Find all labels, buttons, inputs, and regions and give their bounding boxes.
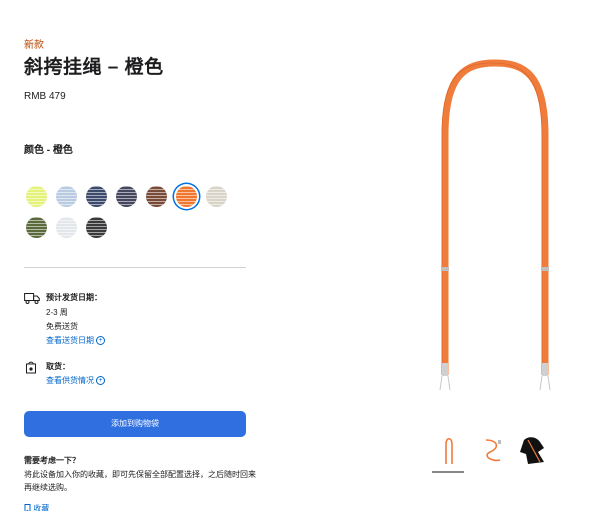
color-label: 颜色 - 橙色: [24, 145, 73, 156]
delivery-free: 免费送货: [46, 322, 78, 331]
gallery-thumbnails: [432, 434, 552, 474]
pickup-availability-link[interactable]: 查看供货情况 +: [46, 375, 105, 386]
thumbnail-strap-worn[interactable]: [518, 434, 548, 466]
thumbnail-selected-indicator: [432, 471, 464, 473]
delivery-dates-link-label: 查看送货日期: [46, 336, 94, 345]
pickup-availability-link-label: 查看供货情况: [46, 376, 94, 385]
save-link[interactable]: 收藏: [24, 503, 49, 511]
swatch-brown[interactable]: [146, 186, 167, 207]
product-gallery: [390, 0, 600, 511]
new-badge: 新款: [24, 40, 44, 51]
save-link-label: 收藏: [33, 504, 50, 511]
swatch-black[interactable]: [86, 217, 107, 238]
delivery-dates-link[interactable]: 查看送货日期 +: [46, 335, 105, 346]
bookmark-icon: [24, 504, 31, 511]
swatch-beige[interactable]: [206, 186, 227, 207]
pickup-title: 取货：: [46, 362, 70, 371]
add-to-bag-button[interactable]: 添加到购物袋: [24, 411, 246, 437]
swatch-yellow-green[interactable]: [26, 186, 47, 207]
thumbnail-strap-front[interactable]: [434, 434, 464, 466]
delivery-info: 预计发货日期： 2-3 周 免费送货 查看送货日期 +: [24, 291, 246, 351]
swatch-dark-purple[interactable]: [116, 186, 137, 207]
product-price: RMB 479: [24, 91, 66, 102]
thumbnail-strap-coiled[interactable]: [478, 434, 508, 466]
swatch-orange[interactable]: [176, 186, 197, 207]
divider: [24, 267, 246, 268]
strap-product-image: [439, 59, 551, 391]
delivery-title: 预计发货日期：: [46, 293, 102, 302]
pickup-info: 取货： 查看供货情况 +: [24, 360, 246, 392]
product-title: 斜挎挂绳 – 橙色: [24, 57, 164, 78]
swatch-navy[interactable]: [86, 186, 107, 207]
apple-store-icon: [26, 361, 36, 374]
swatch-white[interactable]: [56, 217, 77, 238]
delivery-weeks: 2-3 周: [46, 308, 68, 317]
consider-title: 需要考虑一下？: [24, 456, 80, 465]
truck-icon: [24, 293, 40, 304]
swatch-olive[interactable]: [26, 217, 47, 238]
swatch-light-blue[interactable]: [56, 186, 77, 207]
plus-circle-icon: +: [96, 336, 105, 346]
product-info-panel: 新款 斜挎挂绳 – 橙色 RMB 479 颜色 - 橙色 预计发货日期： 2-3…: [24, 0, 256, 511]
consider-text: 将此设备加入你的收藏，即可先保留全部配置选择，之后随时回来再继续选购。: [24, 470, 256, 492]
plus-circle-icon: +: [96, 376, 105, 386]
